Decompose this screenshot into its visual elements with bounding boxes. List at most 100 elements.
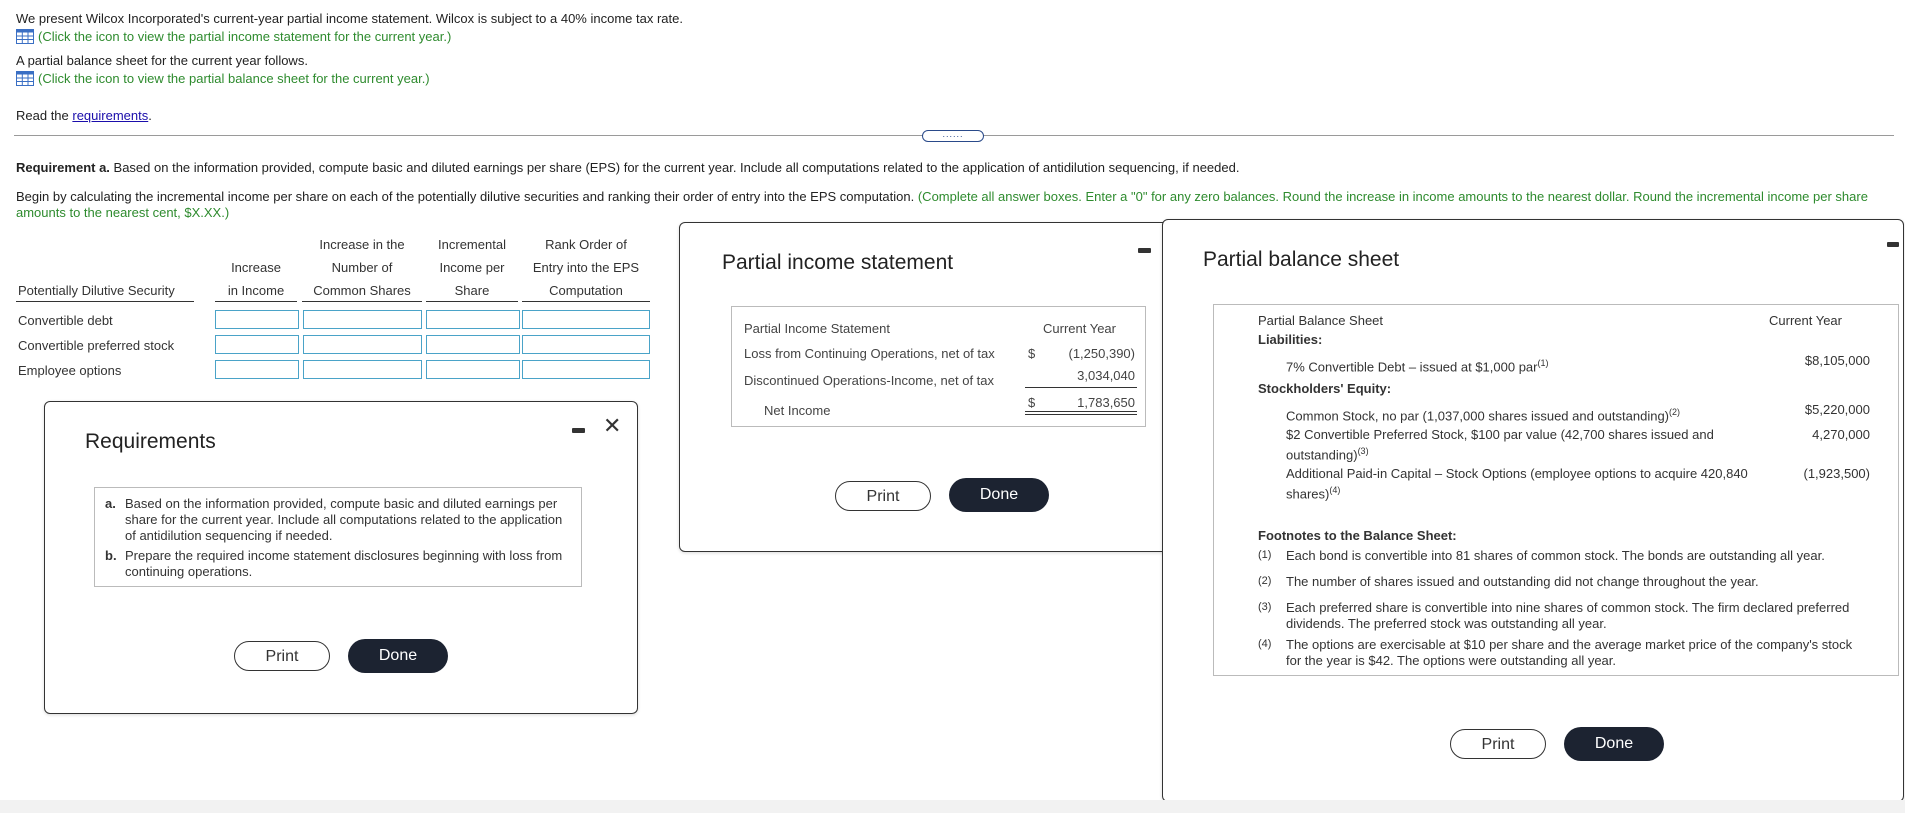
footnote-marker: (3) bbox=[1258, 601, 1272, 613]
bs-footnote-ref: (2) bbox=[1669, 407, 1681, 417]
income-row-dollar: $ bbox=[1028, 346, 1036, 361]
bs-pref-label-1: $2 Convertible Preferred Stock, $100 par… bbox=[1286, 427, 1714, 442]
income-row-value: 1,783,650 bbox=[1077, 395, 1135, 410]
row-label-employee-options: Employee options bbox=[18, 363, 122, 378]
intro-text-2: A partial balance sheet for the current … bbox=[16, 53, 308, 68]
options-rank-input[interactable] bbox=[522, 360, 650, 379]
bs-apic-value: (1,923,500) bbox=[1803, 466, 1871, 481]
bs-common-label: Common Stock, no par (1,037,000 shares i… bbox=[1286, 408, 1670, 424]
bs-footnote-ref: (3) bbox=[1357, 446, 1369, 456]
options-incremental-eps-input[interactable] bbox=[426, 360, 520, 379]
income-header-right: Current Year bbox=[1043, 321, 1116, 336]
income-row-value: 3,034,040 bbox=[1077, 368, 1135, 383]
bs-apic-row-2: shares)(4) bbox=[1286, 482, 1340, 502]
income-header-left: Partial Income Statement bbox=[744, 321, 890, 336]
footnote-text: for the year is $42. The options were ou… bbox=[1286, 653, 1617, 668]
header-incremental-l2: Income per bbox=[439, 260, 505, 275]
view-balance-sheet-link[interactable]: (Click the icon to view the partial bala… bbox=[16, 71, 430, 86]
bs-footnote-ref: (4) bbox=[1329, 485, 1341, 495]
double-rule-top bbox=[1025, 411, 1137, 412]
bs-debt-row: 7% Convertible Debt – issued at $1,000 p… bbox=[1286, 355, 1549, 375]
bs-debt-value: $8,105,000 bbox=[1804, 353, 1870, 368]
income-modal-title: Partial income statement bbox=[722, 251, 954, 274]
header-increase-shares-l3: Common Shares bbox=[313, 283, 411, 298]
divider-drag-handle[interactable]: ...... bbox=[922, 130, 984, 142]
debt-increase-shares-input[interactable] bbox=[303, 310, 422, 329]
view-income-statement-link[interactable]: (Click the icon to view the partial inco… bbox=[16, 29, 451, 44]
bs-common-row: Common Stock, no par (1,037,000 shares i… bbox=[1286, 404, 1680, 424]
minimize-icon[interactable] bbox=[572, 428, 585, 433]
header-incremental-l3: Share bbox=[454, 283, 490, 298]
bs-pref-row-2: outstanding)(3) bbox=[1286, 443, 1369, 463]
header-rank-l2: Entry into the EPS bbox=[532, 260, 640, 275]
minimize-icon[interactable] bbox=[1138, 248, 1151, 253]
double-rule-bottom bbox=[1025, 414, 1137, 415]
bs-apic-label-2: shares) bbox=[1286, 486, 1330, 502]
intro-text-1: We present Wilcox Incorporated's current… bbox=[16, 11, 683, 26]
header-increase-shares: Increase in the Number of Common Shares bbox=[302, 233, 422, 302]
header-incremental: Incremental Income per Share bbox=[426, 233, 518, 302]
read-prefix: Read the bbox=[16, 108, 73, 123]
preferred-increase-income-input[interactable] bbox=[215, 335, 299, 354]
answer-instructions-cont: amounts to the nearest cent, $X.XX.) bbox=[16, 205, 230, 220]
bs-pref-value: 4,270,000 bbox=[1812, 427, 1870, 442]
header-rank: Rank Order of Entry into the EPS Computa… bbox=[522, 233, 650, 302]
header-underline bbox=[16, 301, 194, 302]
income-statement-table: Partial Income Statement Current Year Lo… bbox=[731, 306, 1146, 427]
read-suffix: . bbox=[148, 108, 152, 123]
preferred-incremental-eps-input[interactable] bbox=[426, 335, 520, 354]
income-done-button[interactable]: Done bbox=[949, 478, 1049, 512]
answer-instructions: (Complete all answer boxes. Enter a "0" … bbox=[914, 189, 1868, 204]
balance-print-button[interactable]: Print bbox=[1450, 729, 1546, 759]
debt-incremental-eps-input[interactable] bbox=[426, 310, 520, 329]
requirement-item: b. Prepare the required income statement… bbox=[103, 548, 573, 580]
footnote-marker: (4) bbox=[1258, 638, 1272, 650]
bs-equity-heading: Stockholders' Equity: bbox=[1258, 381, 1392, 396]
bs-header-right: Current Year bbox=[1769, 313, 1842, 328]
begin-instruction-line: Begin by calculating the incremental inc… bbox=[16, 189, 1868, 204]
preferred-rank-input[interactable] bbox=[522, 335, 650, 354]
debt-rank-input[interactable] bbox=[522, 310, 650, 329]
options-increase-shares-input[interactable] bbox=[303, 360, 422, 379]
options-increase-income-input[interactable] bbox=[215, 360, 299, 379]
bs-pref-label-2: outstanding) bbox=[1286, 447, 1358, 463]
requirements-print-button[interactable]: Print bbox=[234, 641, 330, 671]
requirements-list: a. Based on the information provided, co… bbox=[94, 487, 582, 587]
row-label-convertible-debt: Convertible debt bbox=[18, 313, 113, 328]
header-increase-shares-l1: Increase in the bbox=[319, 237, 405, 252]
balance-sheet-table: Partial Balance Sheet Current Year Liabi… bbox=[1213, 304, 1899, 676]
minimize-icon[interactable] bbox=[1887, 242, 1899, 247]
footnote-marker: (1) bbox=[1258, 549, 1272, 561]
footnote-marker: (2) bbox=[1258, 575, 1272, 587]
bs-common-value: $5,220,000 bbox=[1804, 402, 1870, 417]
bottom-bar bbox=[0, 800, 1905, 813]
requirements-title: Requirements bbox=[85, 430, 216, 453]
bs-liabilities-heading: Liabilities: bbox=[1258, 332, 1323, 347]
table-icon bbox=[16, 71, 34, 86]
footnote-text: Each preferred share is convertible into… bbox=[1286, 600, 1850, 615]
view-income-statement-text: (Click the icon to view the partial inco… bbox=[38, 29, 452, 44]
debt-increase-income-input[interactable] bbox=[215, 310, 299, 329]
preferred-increase-shares-input[interactable] bbox=[303, 335, 422, 354]
begin-text: Begin by calculating the incremental inc… bbox=[16, 189, 915, 204]
header-underline bbox=[302, 301, 422, 302]
footnote-text: Each bond is convertible into 81 shares … bbox=[1286, 548, 1825, 563]
requirements-link[interactable]: requirements bbox=[72, 108, 148, 123]
income-row-label: Loss from Continuing Operations, net of … bbox=[744, 346, 995, 361]
requirement-marker: a. bbox=[105, 496, 116, 511]
requirements-done-button[interactable]: Done bbox=[348, 639, 448, 673]
requirement-text: Based on the information provided, compu… bbox=[125, 496, 563, 543]
close-icon[interactable]: ✕ bbox=[603, 415, 621, 437]
balance-modal-title: Partial balance sheet bbox=[1203, 248, 1400, 271]
requirement-a-body: Based on the information provided, compu… bbox=[109, 160, 1240, 175]
balance-done-button[interactable]: Done bbox=[1564, 727, 1664, 761]
row-label-convertible-preferred: Convertible preferred stock bbox=[18, 338, 175, 353]
income-row-label: Net Income bbox=[764, 403, 831, 418]
income-print-button[interactable]: Print bbox=[835, 481, 931, 511]
footnote-text: dividends. The preferred stock was outst… bbox=[1286, 616, 1607, 631]
income-row-label: Discontinued Operations-Income, net of t… bbox=[744, 373, 995, 388]
header-security: Potentially Dilutive Security bbox=[18, 283, 175, 298]
header-underline bbox=[426, 301, 518, 302]
income-row-value: (1,250,390) bbox=[1068, 346, 1136, 361]
footnote-text: The options are exercisable at $10 per s… bbox=[1286, 637, 1853, 652]
